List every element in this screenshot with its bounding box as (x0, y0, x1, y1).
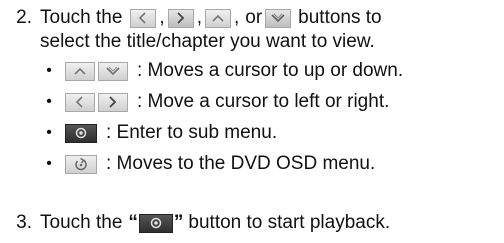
enter-icon (65, 123, 97, 143)
enter-icon (138, 213, 173, 233)
bullet-item: • : Move a cursor to left or right. (42, 90, 389, 114)
step2-line1: 2. Touch the , , , or buttons to (0, 6, 382, 30)
comma: , (159, 7, 165, 28)
bullet-item: • : Enter to sub menu. (42, 121, 277, 145)
step-number: 3. (16, 212, 32, 233)
close-quote: ” (173, 212, 184, 233)
bullet-marker: • (46, 93, 52, 110)
step3-line: 3. Touch the “ ” button to start playbac… (0, 211, 390, 235)
step3-text-prefix: Touch the (40, 212, 123, 233)
step2-text-line2: select the title/chapter you want to vie… (40, 31, 375, 52)
return-icon (65, 154, 97, 174)
bullet-text: : Moves a cursor to up or down. (137, 60, 404, 81)
left-arrow-icon (65, 92, 95, 112)
step3-text-suffix: button to start playback. (188, 212, 391, 233)
open-quote: “ (128, 212, 138, 233)
step2-text-suffix: buttons to (298, 7, 382, 28)
up-arrow-icon (65, 61, 95, 81)
bullet-text: : Enter to sub menu. (106, 122, 278, 143)
bullet-text: : Moves to the DVD OSD menu. (106, 153, 376, 174)
comma: , (196, 7, 202, 28)
bullet-marker: • (46, 155, 52, 172)
step2-line2: select the title/chapter you want to vie… (40, 30, 375, 54)
step-number: 2. (16, 7, 32, 28)
down-arrow-icon (98, 61, 128, 81)
bullet-item: • : Moves to the DVD OSD menu. (42, 152, 375, 176)
step2-text-prefix: Touch the (40, 7, 123, 28)
right-arrow-icon (98, 92, 128, 112)
or-word: or (245, 7, 263, 28)
left-arrow-icon (130, 8, 157, 28)
bullet-item: • : Moves a cursor to up or down. (42, 59, 403, 83)
right-arrow-icon (167, 8, 194, 28)
bullet-marker: • (46, 62, 52, 79)
bullet-marker: • (46, 124, 52, 141)
up-arrow-icon (204, 8, 231, 28)
comma: , (233, 7, 240, 28)
bullet-text: : Move a cursor to left or right. (137, 91, 390, 112)
down-arrow-icon (265, 8, 292, 28)
